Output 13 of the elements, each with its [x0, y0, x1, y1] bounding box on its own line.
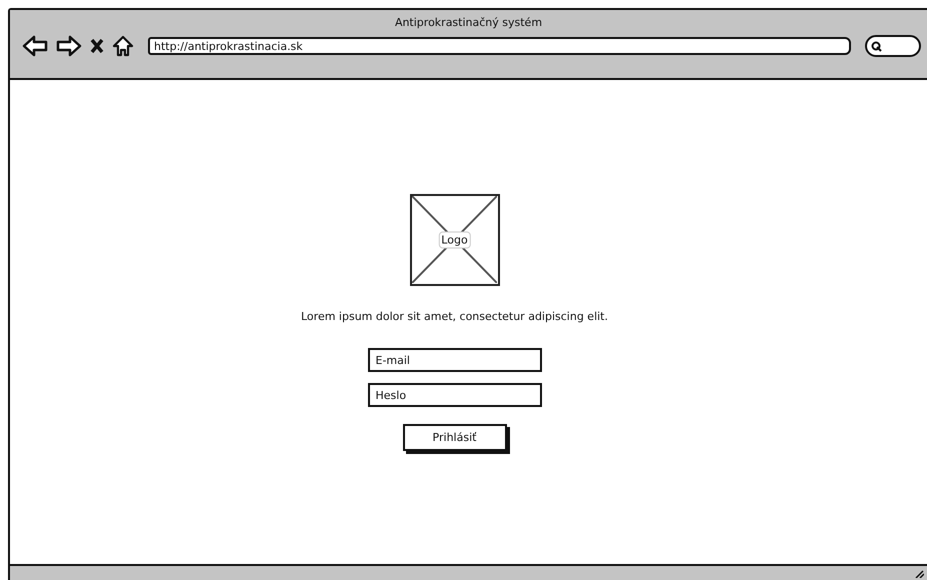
- input-field[interactable]: Heslo: [368, 383, 542, 407]
- logo-label: Logo: [438, 232, 471, 248]
- resize-grip-icon[interactable]: [914, 568, 924, 578]
- search-icon: [871, 40, 882, 52]
- window-title: Antiprokrastinačný systém: [394, 16, 542, 29]
- home-icon[interactable]: [112, 35, 134, 57]
- search-field[interactable]: [865, 35, 921, 57]
- back-arrow-icon[interactable]: [22, 35, 48, 57]
- address-bar[interactable]: http://antiprokrastinacia.sk: [148, 37, 851, 55]
- input-field[interactable]: E-mail: [368, 348, 542, 372]
- forward-arrow-icon[interactable]: [56, 35, 82, 57]
- close-icon[interactable]: [90, 38, 104, 54]
- intro-text: Lorem ipsum dolor sit amet, consectetur adipiscing elit.: [301, 310, 608, 323]
